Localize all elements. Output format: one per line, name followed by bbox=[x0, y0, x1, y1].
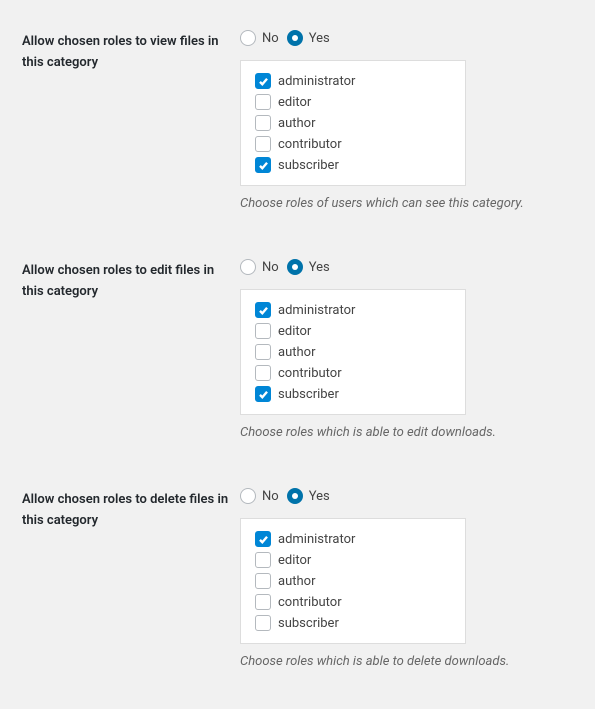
roles-box: administrator editor author contributor subs… bbox=[240, 518, 466, 644]
role-checkbox[interactable] bbox=[255, 94, 271, 110]
role-item: administrator bbox=[255, 73, 451, 89]
radio-label-no[interactable]: No bbox=[262, 489, 279, 504]
role-label[interactable]: contributor bbox=[278, 137, 342, 152]
role-item: editor bbox=[255, 94, 451, 110]
role-item: author bbox=[255, 344, 451, 360]
section-label: Allow chosen roles to view files in this… bbox=[22, 30, 240, 211]
role-checkbox[interactable] bbox=[255, 73, 271, 89]
role-item: subscriber bbox=[255, 157, 451, 173]
role-item: author bbox=[255, 115, 451, 131]
radio-yes[interactable] bbox=[287, 488, 303, 504]
role-label[interactable]: administrator bbox=[278, 532, 355, 547]
role-label[interactable]: author bbox=[278, 116, 315, 131]
radio-no[interactable] bbox=[240, 30, 256, 46]
role-label[interactable]: administrator bbox=[278, 74, 355, 89]
roles-box: administrator editor author contributor subs… bbox=[240, 289, 466, 415]
role-item: administrator bbox=[255, 531, 451, 547]
role-label[interactable]: editor bbox=[278, 95, 311, 110]
radio-label-yes[interactable]: Yes bbox=[309, 31, 330, 46]
radio-no[interactable] bbox=[240, 259, 256, 275]
radio-label-no[interactable]: No bbox=[262, 31, 279, 46]
role-item: author bbox=[255, 573, 451, 589]
role-label[interactable]: subscriber bbox=[278, 158, 339, 173]
role-label[interactable]: editor bbox=[278, 553, 311, 568]
role-checkbox[interactable] bbox=[255, 323, 271, 339]
section-hint: Choose roles of users which can see this… bbox=[240, 196, 573, 211]
section-control: No Yes administrator editor author contributo… bbox=[240, 488, 573, 669]
role-checkbox[interactable] bbox=[255, 157, 271, 173]
role-item: subscriber bbox=[255, 615, 451, 631]
role-checkbox[interactable] bbox=[255, 386, 271, 402]
radio-no[interactable] bbox=[240, 488, 256, 504]
role-label[interactable]: administrator bbox=[278, 303, 355, 318]
role-item: contributor bbox=[255, 136, 451, 152]
yes-no-radio-group: No Yes bbox=[240, 30, 573, 46]
radio-yes[interactable] bbox=[287, 30, 303, 46]
roles-box: administrator editor author contributor subs… bbox=[240, 60, 466, 186]
section-control: No Yes administrator editor author contributo… bbox=[240, 30, 573, 211]
role-checkbox[interactable] bbox=[255, 552, 271, 568]
yes-no-radio-group: No Yes bbox=[240, 488, 573, 504]
yes-no-radio-group: No Yes bbox=[240, 259, 573, 275]
role-item: administrator bbox=[255, 302, 451, 318]
role-item: editor bbox=[255, 552, 451, 568]
role-label[interactable]: author bbox=[278, 345, 315, 360]
radio-label-yes[interactable]: Yes bbox=[309, 260, 330, 275]
section-control: No Yes administrator editor author contributo… bbox=[240, 259, 573, 440]
role-checkbox[interactable] bbox=[255, 615, 271, 631]
role-checkbox[interactable] bbox=[255, 531, 271, 547]
role-checkbox[interactable] bbox=[255, 302, 271, 318]
role-checkbox[interactable] bbox=[255, 573, 271, 589]
permission-section: Allow chosen roles to delete files in th… bbox=[22, 488, 573, 669]
role-item: editor bbox=[255, 323, 451, 339]
role-item: subscriber bbox=[255, 386, 451, 402]
radio-yes[interactable] bbox=[287, 259, 303, 275]
role-label[interactable]: subscriber bbox=[278, 387, 339, 402]
permission-section: Allow chosen roles to view files in this… bbox=[22, 30, 573, 211]
section-hint: Choose roles which is able to edit downl… bbox=[240, 425, 573, 440]
role-checkbox[interactable] bbox=[255, 344, 271, 360]
section-label: Allow chosen roles to edit files in this… bbox=[22, 259, 240, 440]
section-hint: Choose roles which is able to delete dow… bbox=[240, 654, 573, 669]
role-label[interactable]: contributor bbox=[278, 595, 342, 610]
role-checkbox[interactable] bbox=[255, 365, 271, 381]
role-checkbox[interactable] bbox=[255, 594, 271, 610]
role-label[interactable]: subscriber bbox=[278, 616, 339, 631]
role-item: contributor bbox=[255, 594, 451, 610]
role-label[interactable]: contributor bbox=[278, 366, 342, 381]
role-item: contributor bbox=[255, 365, 451, 381]
role-label[interactable]: editor bbox=[278, 324, 311, 339]
role-label[interactable]: author bbox=[278, 574, 315, 589]
radio-label-no[interactable]: No bbox=[262, 260, 279, 275]
permission-section: Allow chosen roles to edit files in this… bbox=[22, 259, 573, 440]
role-checkbox[interactable] bbox=[255, 115, 271, 131]
role-checkbox[interactable] bbox=[255, 136, 271, 152]
section-label: Allow chosen roles to delete files in th… bbox=[22, 488, 240, 669]
radio-label-yes[interactable]: Yes bbox=[309, 489, 330, 504]
